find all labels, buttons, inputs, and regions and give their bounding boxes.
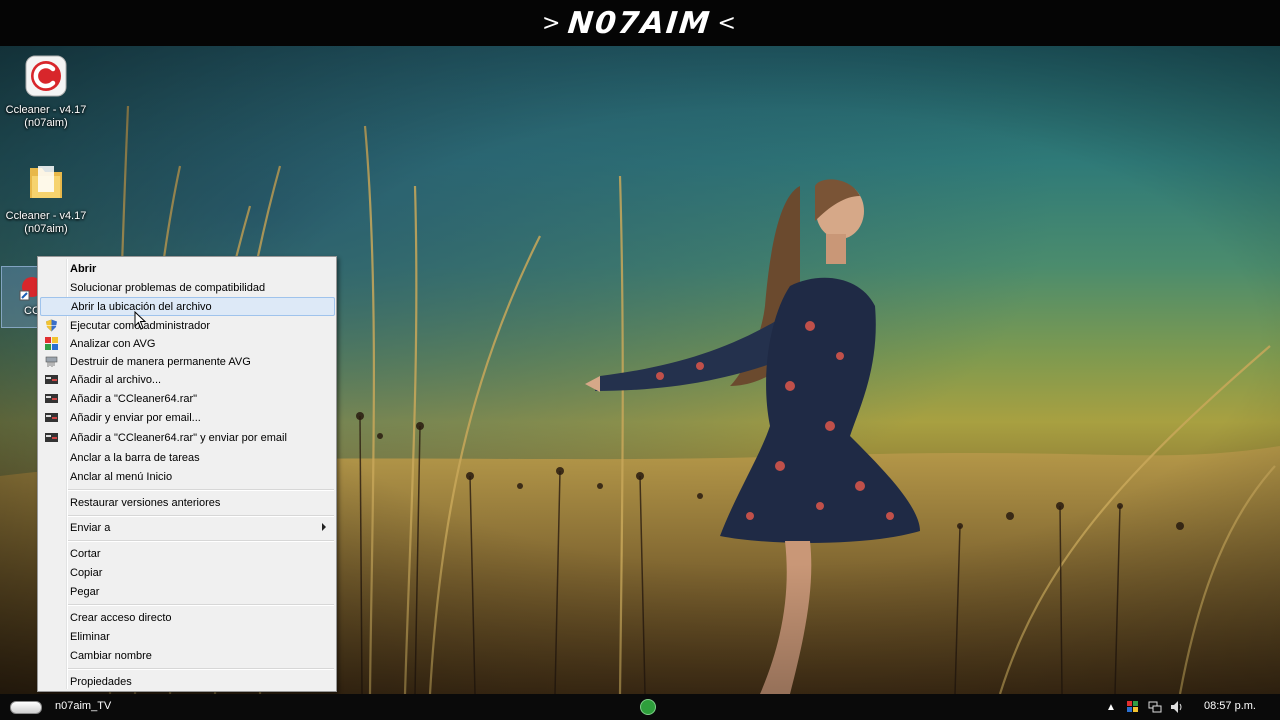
menu-item-label: Analizar con AVG <box>70 337 156 350</box>
menu-item-label: Añadir al archivo... <box>70 373 162 386</box>
menu-item-label: Restaurar versiones anteriores <box>70 496 221 509</box>
menu-item-label: Crear acceso directo <box>70 611 172 624</box>
taskbar-app-icon[interactable] <box>640 699 656 715</box>
avg-icon <box>45 337 58 350</box>
menu-item-properties[interactable]: Propiedades <box>40 672 335 691</box>
submenu-arrow-icon <box>322 523 326 531</box>
menu-item-label: Añadir y enviar por email... <box>70 411 201 424</box>
banner-title: N07AIM <box>566 5 714 41</box>
menu-item-troubleshoot-compatibility[interactable]: Solucionar problemas de compatibilidad <box>40 278 335 297</box>
menu-item-label: Abrir <box>70 262 97 275</box>
menu-item-label: Cortar <box>70 547 101 560</box>
menu-item-delete[interactable]: Eliminar <box>40 627 335 646</box>
menu-item-add-and-email[interactable]: Añadir y enviar por email... <box>40 408 335 427</box>
channel-banner: > N07AIM < <box>0 0 1280 46</box>
menu-item-label: Cambiar nombre <box>70 649 152 662</box>
taskbar: n07aim_TV ▲ 08:57 p.m. <box>0 694 1280 720</box>
desktop-icon-label: Ccleaner - v4.17 <box>5 104 87 116</box>
menu-separator <box>68 540 334 542</box>
desktop-icon-ccleaner[interactable]: Ccleaner - v4.17 (n07aim) <box>1 52 91 130</box>
winrar-icon <box>45 411 58 424</box>
menu-item-add-to-rar-and-email[interactable]: Añadir a "CCleaner64.rar" y enviar por e… <box>40 428 335 447</box>
taskbar-clock[interactable]: 08:57 p.m. <box>1204 700 1256 712</box>
desktop-icon-label: Ccleaner - v4.17 <box>5 210 87 222</box>
shredder-icon <box>45 355 58 368</box>
menu-item-label: Pegar <box>70 585 100 598</box>
menu-item-scan-avg[interactable]: Analizar con AVG <box>40 334 335 353</box>
menu-item-paste[interactable]: Pegar <box>40 582 335 601</box>
menu-item-run-as-admin[interactable]: Ejecutar como administrador <box>40 316 335 335</box>
desktop-icon-label: (n07aim) <box>24 117 68 129</box>
network-icon[interactable] <box>1148 700 1162 714</box>
start-button[interactable] <box>10 701 42 714</box>
context-menu: Abrir Solucionar problemas de compatibil… <box>37 256 337 692</box>
menu-item-open-file-location[interactable]: Abrir la ubicación del archivo <box>40 297 335 316</box>
menu-item-restore-versions[interactable]: Restaurar versiones anteriores <box>40 493 335 512</box>
menu-item-label: Destruir de manera permanente AVG <box>70 355 251 368</box>
system-tray: ▲ <box>1104 698 1184 716</box>
menu-item-copy[interactable]: Copiar <box>40 563 335 582</box>
menu-item-create-shortcut[interactable]: Crear acceso directo <box>40 608 335 627</box>
winrar-icon <box>45 392 58 405</box>
volume-icon[interactable] <box>1170 700 1184 714</box>
menu-item-rename[interactable]: Cambiar nombre <box>40 646 335 665</box>
banner-right-arrow: < <box>717 10 738 36</box>
taskbar-label: n07aim_TV <box>55 700 112 712</box>
menu-item-open[interactable]: Abrir <box>40 259 335 278</box>
menu-item-add-to-rar[interactable]: Añadir a "CCleaner64.rar" <box>40 389 335 408</box>
menu-item-add-to-archive[interactable]: Añadir al archivo... <box>40 370 335 389</box>
menu-item-label: Copiar <box>70 566 103 579</box>
desktop-icon-ccleaner-folder[interactable]: Ccleaner - v4.17 (n07aim) <box>1 158 91 236</box>
menu-separator <box>68 489 334 491</box>
menu-item-label: Solucionar problemas de compatibilidad <box>70 281 266 294</box>
winrar-icon <box>45 431 58 444</box>
menu-item-label: Añadir a "CCleaner64.rar" y enviar por e… <box>70 431 287 444</box>
shield-icon <box>45 319 58 332</box>
mouse-cursor-icon <box>134 311 147 330</box>
ccleaner-icon <box>22 52 70 100</box>
menu-separator <box>68 668 334 670</box>
menu-item-pin-start[interactable]: Anclar al menú Inicio <box>40 467 335 486</box>
menu-item-pin-taskbar[interactable]: Anclar a la barra de tareas <box>40 448 335 467</box>
folder-icon <box>22 158 70 206</box>
menu-item-shred-avg[interactable]: Destruir de manera permanente AVG <box>40 352 335 371</box>
menu-item-label: Anclar a la barra de tareas <box>70 451 200 464</box>
flag-icon[interactable] <box>1126 700 1140 714</box>
menu-item-cut[interactable]: Cortar <box>40 544 335 563</box>
menu-separator <box>68 515 334 517</box>
menu-item-label: Añadir a "CCleaner64.rar" <box>70 392 198 405</box>
banner-left-arrow: > <box>542 10 563 36</box>
menu-separator <box>68 604 334 606</box>
menu-item-label: Propiedades <box>70 675 132 688</box>
desktop-icon-label: (n07aim) <box>24 223 68 235</box>
tray-up-arrow-icon[interactable]: ▲ <box>1104 700 1118 714</box>
menu-item-label: Eliminar <box>70 630 110 643</box>
menu-item-send-to[interactable]: Enviar a <box>40 518 335 537</box>
winrar-icon <box>45 373 58 386</box>
menu-item-label: Enviar a <box>70 521 111 534</box>
menu-item-label: Anclar al menú Inicio <box>70 470 173 483</box>
